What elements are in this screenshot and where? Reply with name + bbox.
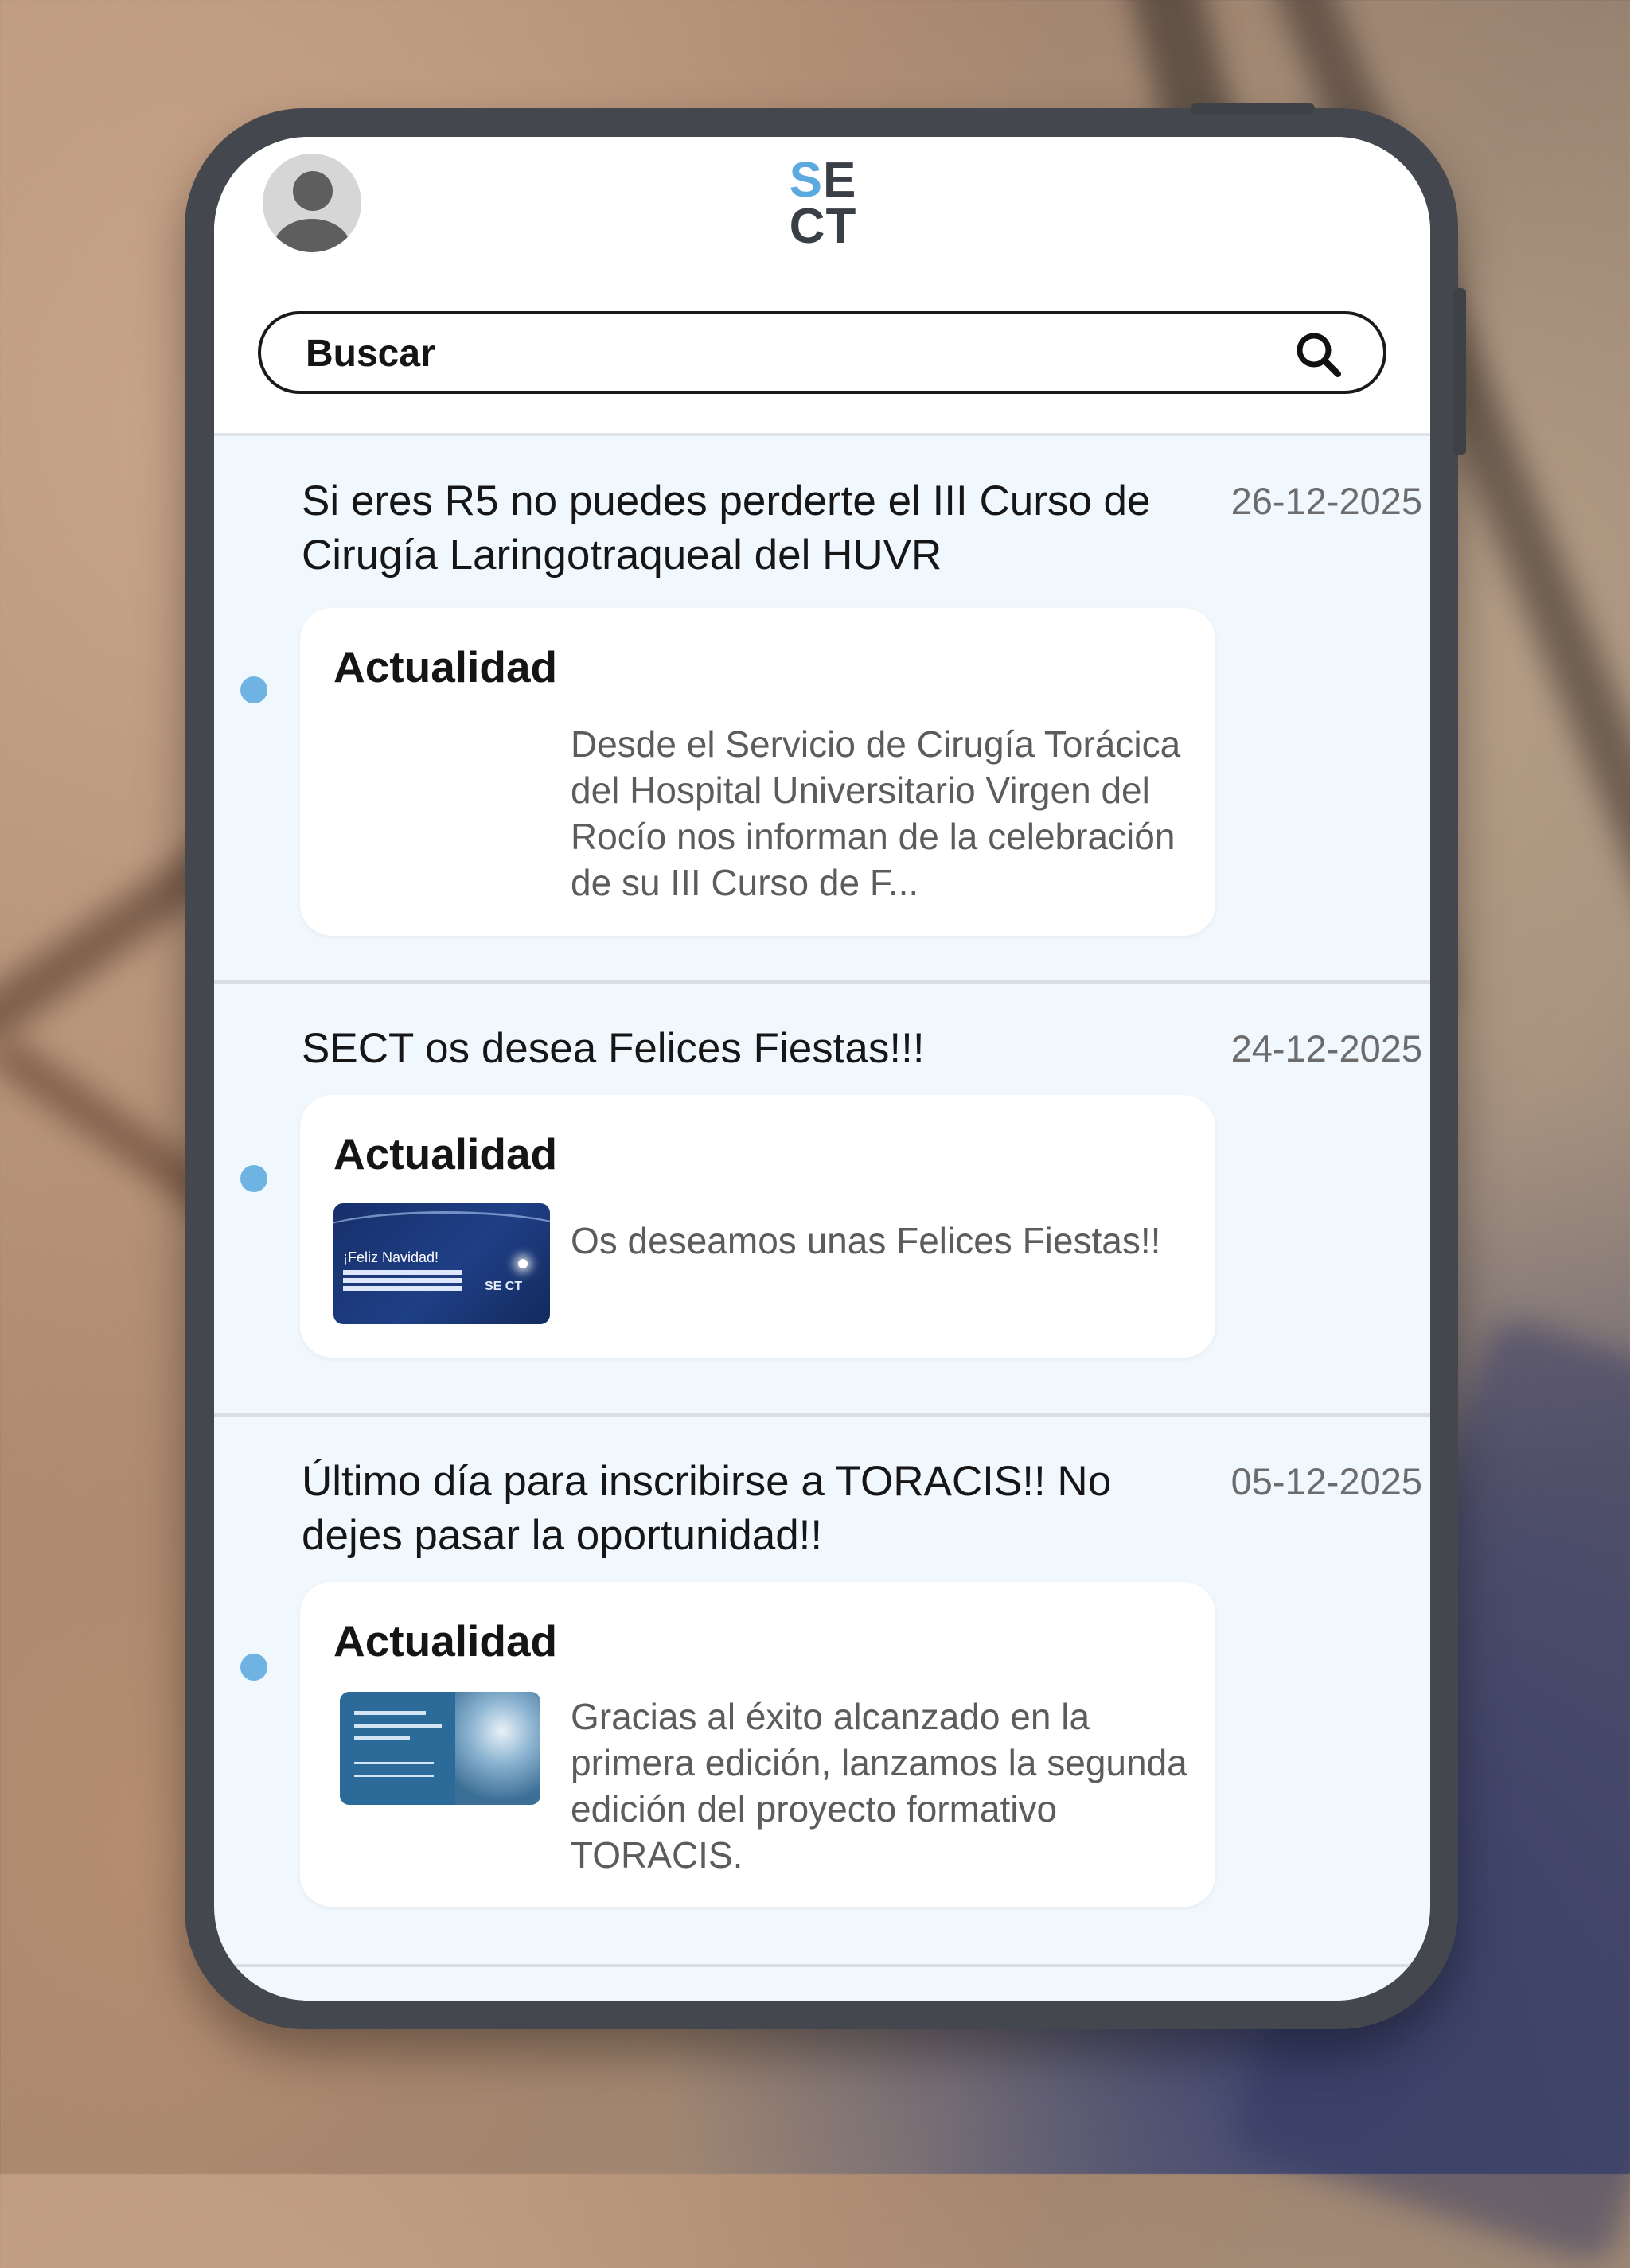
news-date: 24-12-2025: [1230, 1027, 1422, 1070]
news-card[interactable]: Actualidad ¡Feliz Navidad! SE CT Os dese…: [300, 1095, 1215, 1358]
news-item[interactable]: Último día para inscribirse a TORACIS!! …: [214, 1417, 1430, 1964]
unread-dot-icon: [240, 1165, 267, 1192]
news-excerpt: Os deseamos unas Felices Fiestas!!: [571, 1220, 1161, 1261]
logo-bottom-letters: CT: [789, 199, 857, 254]
news-thumbnail: ¡Feliz Navidad! SE CT: [333, 1203, 550, 1324]
tablet-frame: SE CT Buscar Si eres R5 no puedes perder…: [185, 103, 1466, 2029]
thumbnail-caption: ¡Feliz Navidad!: [343, 1249, 439, 1265]
unread-dot-icon: [240, 1654, 267, 1681]
news-card[interactable]: Actualidad Desde el Servicio de Cirugía …: [300, 608, 1215, 936]
news-title: Si eres R5 no puedes perderte el III Cur…: [302, 477, 1151, 579]
divider: [214, 1964, 1430, 1967]
thumbnail-logo: SE CT: [485, 1280, 523, 1293]
app-screen: SE CT Buscar Si eres R5 no puedes perder…: [214, 137, 1430, 2001]
news-card[interactable]: Actualidad Gracias al éxito alcanzado en…: [300, 1582, 1215, 1907]
news-item[interactable]: SECT os desea Felices Fiestas!!! 24-12-2…: [214, 984, 1430, 1413]
news-title: Último día para inscribirse a TORACIS!! …: [302, 1458, 1112, 1559]
power-button: [1191, 103, 1315, 115]
sect-logo: SE CT: [787, 156, 859, 254]
user-avatar-icon[interactable]: [263, 154, 361, 252]
search-placeholder: Buscar: [306, 333, 435, 375]
news-date: 05-12-2025: [1230, 1460, 1422, 1502]
volume-button: [1453, 288, 1466, 455]
search-input[interactable]: Buscar: [258, 311, 1386, 394]
news-category: Actualidad: [333, 642, 558, 692]
search-icon[interactable]: [1294, 330, 1343, 380]
news-excerpt: Desde el Servicio de Cirugía Torácica de…: [571, 723, 1181, 903]
news-excerpt: Gracias al éxito alcanzado en la primera…: [571, 1696, 1187, 1876]
news-thumbnail: [340, 1692, 540, 1805]
news-category: Actualidad: [333, 1616, 558, 1666]
news-item[interactable]: Si eres R5 no puedes perderte el III Cur…: [214, 436, 1430, 980]
news-category: Actualidad: [333, 1129, 558, 1179]
news-date: 26-12-2025: [1230, 480, 1422, 522]
app-header: SE CT Buscar: [214, 137, 1430, 436]
news-title: SECT os desea Felices Fiestas!!!: [302, 1025, 925, 1072]
unread-dot-icon: [240, 676, 267, 703]
